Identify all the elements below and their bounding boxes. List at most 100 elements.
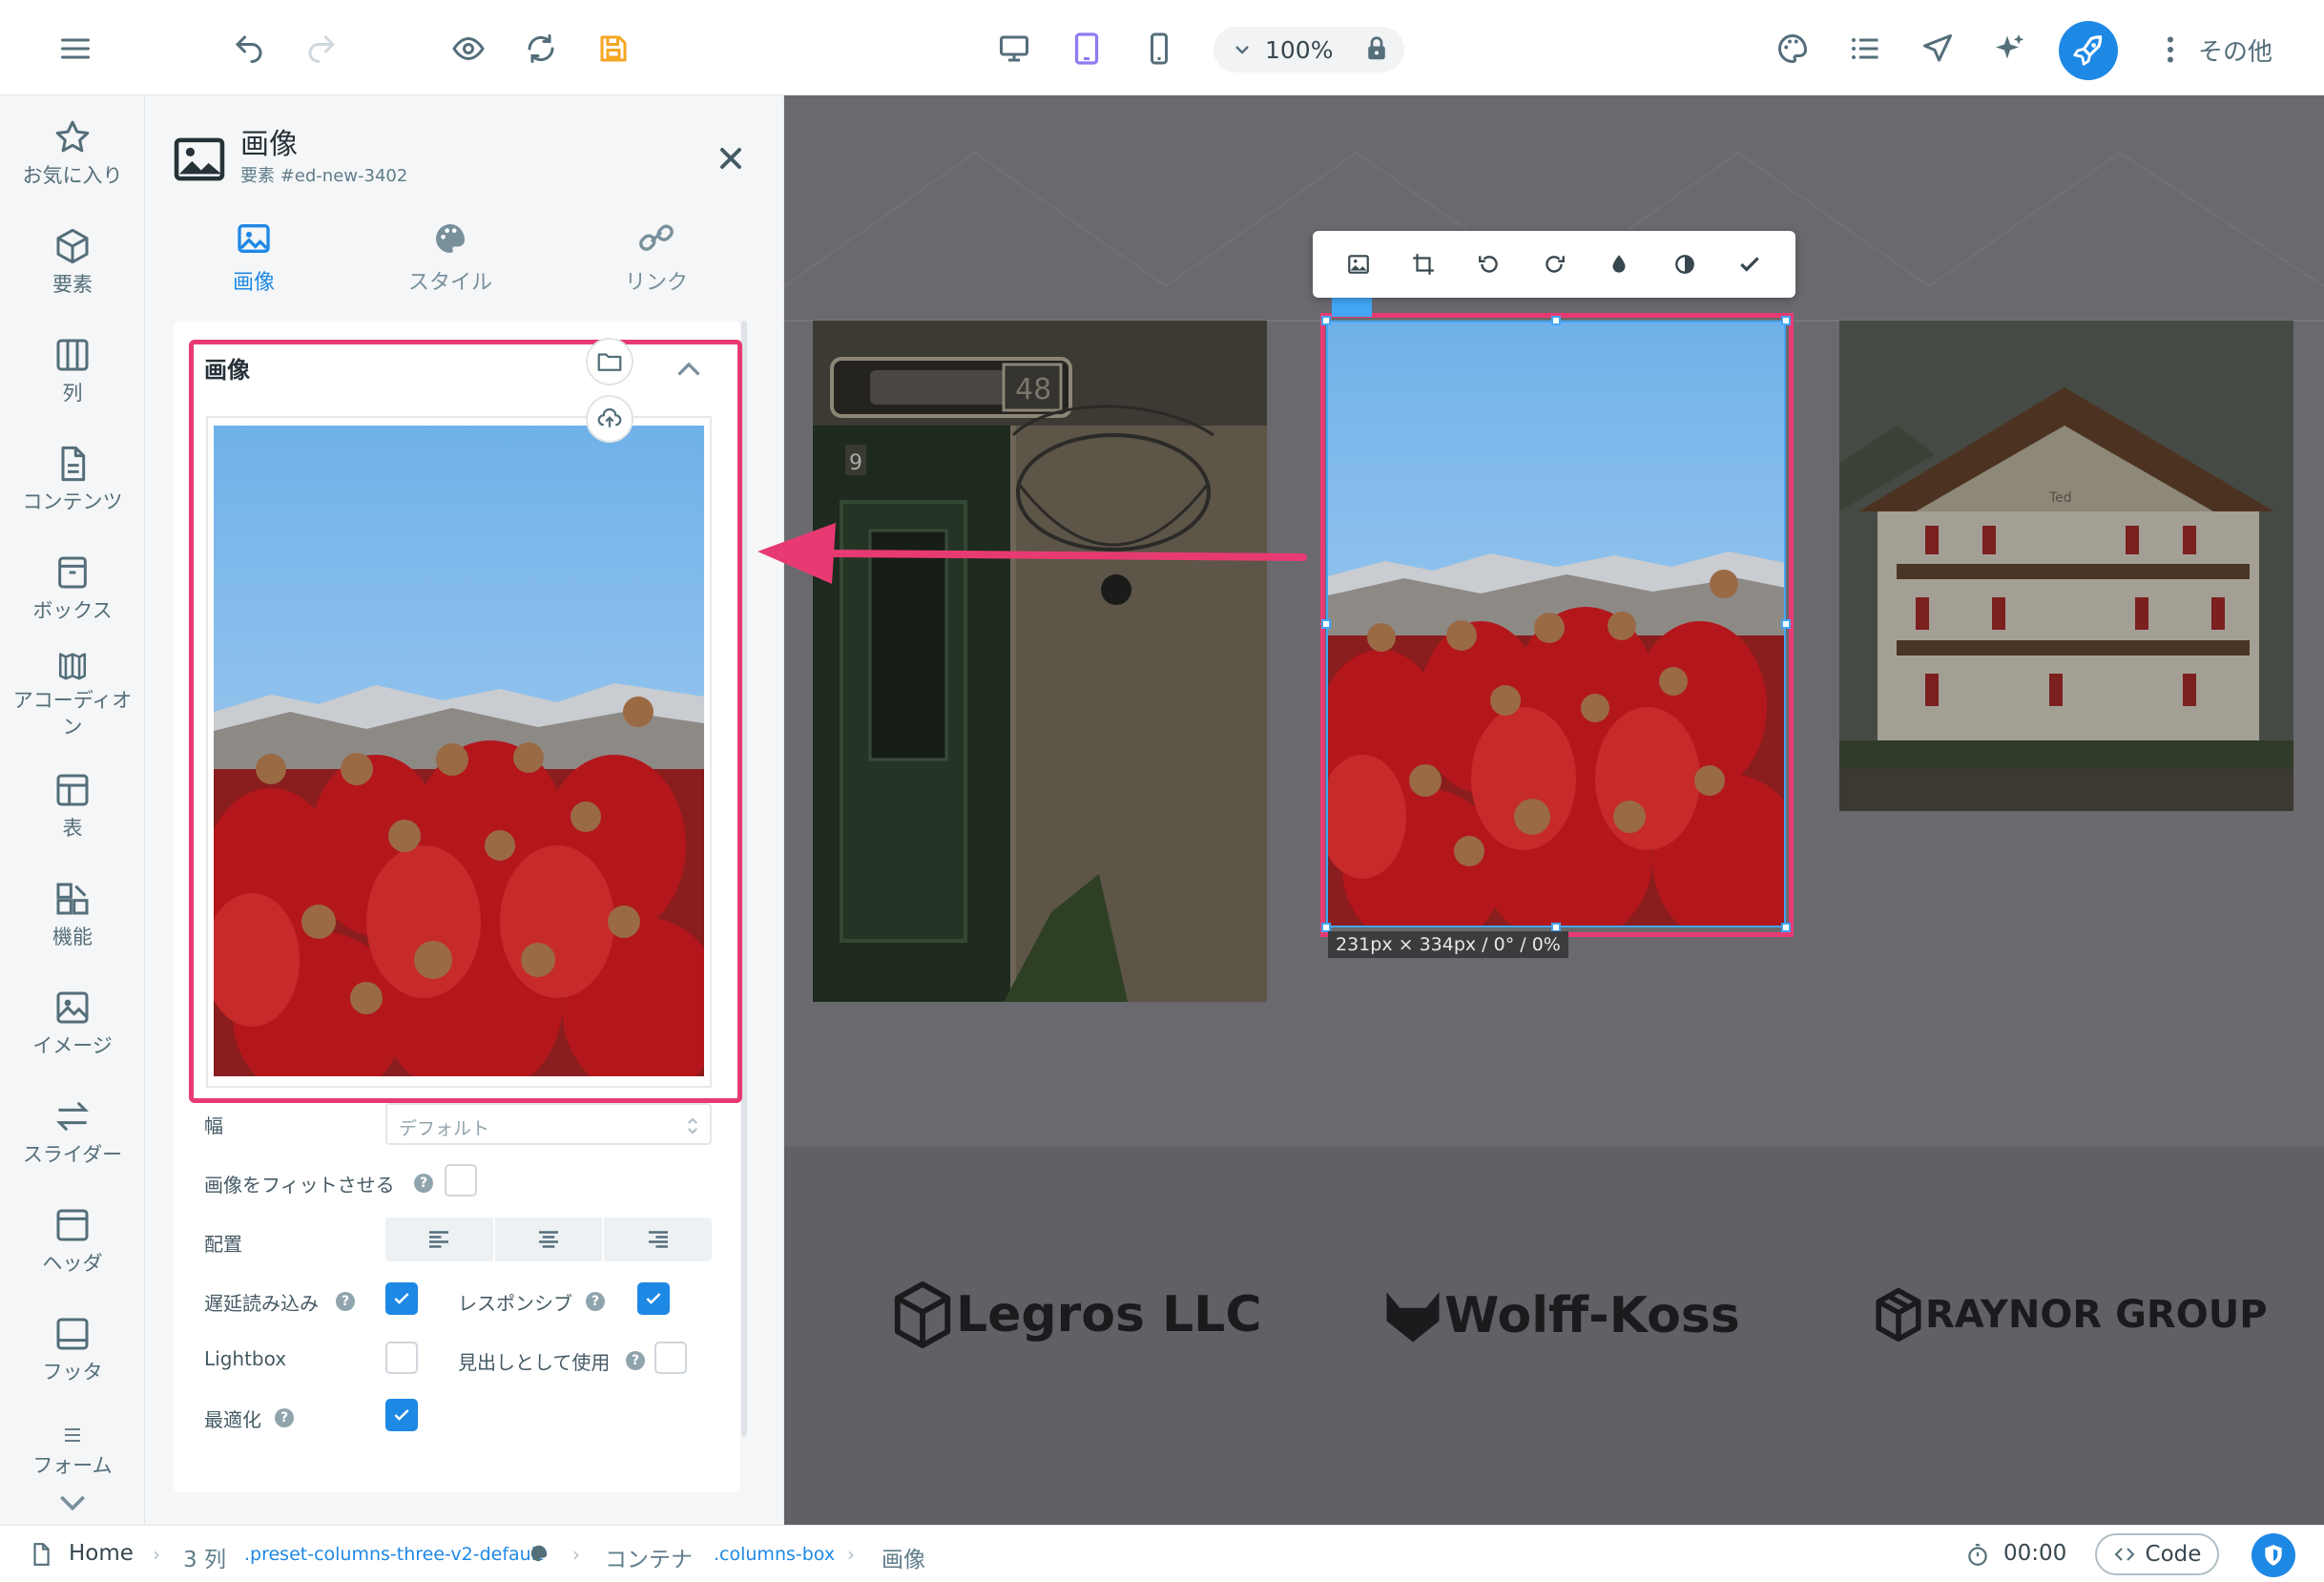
sidebar-item-elements[interactable]: 要素 — [0, 214, 144, 319]
resize-handle-right[interactable] — [1781, 619, 1791, 629]
sidebar-item-header[interactable]: ヘッダ — [0, 1193, 144, 1298]
resize-handle-top-right[interactable] — [1781, 316, 1791, 325]
responsive-checkbox[interactable] — [637, 1282, 670, 1315]
publish-rocket-button[interactable] — [2059, 21, 2118, 80]
palette-icon[interactable] — [529, 1543, 550, 1564]
sidebar-item-box[interactable]: ボックス — [0, 540, 144, 645]
cube-logo-icon — [894, 1280, 951, 1348]
contrast-icon — [1674, 255, 1694, 274]
tab-image[interactable]: 画像 — [168, 219, 340, 296]
sidebar-item-table[interactable]: 表 — [0, 758, 144, 863]
header-icon — [56, 1209, 89, 1241]
zoom-control[interactable]: 100% — [1214, 27, 1404, 73]
rotate-left-button[interactable] — [1468, 243, 1510, 285]
sidebar-item-columns[interactable]: 列 — [0, 323, 144, 427]
breadcrumb-home[interactable]: Home — [69, 1541, 134, 1566]
lock-icon[interactable] — [1362, 34, 1391, 63]
more-menu-button[interactable]: その他 — [2164, 27, 2272, 73]
resize-handle-top-left[interactable] — [1321, 316, 1331, 325]
alignment-label: 配置 — [204, 1233, 242, 1256]
sidebar-item-image[interactable]: イメージ — [0, 975, 144, 1080]
save-icon[interactable] — [590, 25, 637, 73]
help-icon[interactable]: ? — [586, 1292, 605, 1311]
upload-button[interactable] — [586, 395, 633, 443]
refresh-icon[interactable] — [517, 25, 565, 73]
breadcrumb-image[interactable]: 画像 — [882, 1541, 925, 1573]
crop-button[interactable] — [1402, 243, 1444, 285]
scroll-down-chevron-icon[interactable] — [53, 1483, 92, 1521]
chevron-down-icon[interactable] — [1231, 38, 1254, 61]
browse-folder-button[interactable] — [586, 338, 633, 385]
sidebar-item-content[interactable]: コンテンツ — [0, 431, 144, 536]
use-as-heading-checkbox[interactable] — [654, 1342, 687, 1374]
chevron-up-icon[interactable] — [672, 353, 706, 387]
redo-icon[interactable] — [298, 25, 345, 73]
help-icon[interactable]: ? — [626, 1351, 645, 1370]
rotate-right-button[interactable] — [1533, 243, 1575, 285]
breadcrumb-container-class[interactable]: .columns-box — [714, 1544, 835, 1565]
help-icon[interactable]: ? — [414, 1174, 433, 1193]
breadcrumb-columns[interactable]: 3 列 — [183, 1541, 226, 1573]
navigate-icon[interactable] — [1914, 25, 1961, 73]
tab-label: リンク — [624, 271, 688, 295]
apply-button[interactable] — [1729, 243, 1771, 285]
resize-handle-bottom-right[interactable] — [1781, 923, 1791, 932]
check-icon — [394, 1293, 409, 1304]
code-button[interactable]: Code — [2095, 1533, 2219, 1575]
ai-sparkle-icon[interactable] — [1986, 25, 2034, 73]
menu-icon[interactable] — [52, 25, 99, 73]
tab-style[interactable]: スタイル — [364, 219, 536, 296]
align-center-button[interactable] — [495, 1218, 605, 1261]
undo-icon[interactable] — [225, 25, 273, 73]
palette-icon[interactable] — [1769, 25, 1816, 73]
editor-canvas[interactable]: 48 9 Ted 231px × 334px / 0° / 0% Legros … — [784, 95, 2324, 1525]
align-right-icon — [648, 1231, 668, 1248]
align-right-button[interactable] — [604, 1218, 712, 1261]
sidebar-item-slider[interactable]: スライダー — [0, 1084, 144, 1189]
lazy-load-checkbox[interactable] — [385, 1282, 418, 1315]
select-arrows-icon — [688, 1117, 697, 1134]
lightbox-label: Lightbox — [204, 1347, 287, 1370]
sidebar-item-form[interactable]: フォーム — [0, 1410, 144, 1479]
tablet-view-icon[interactable] — [1063, 25, 1110, 73]
sidebar-item-accordion[interactable]: アコーディオン — [0, 635, 144, 740]
fit-image-checkbox[interactable] — [445, 1164, 477, 1197]
breadcrumb-container[interactable]: コンテナ — [605, 1541, 693, 1573]
help-icon[interactable]: ? — [275, 1408, 294, 1427]
lightbox-checkbox[interactable] — [385, 1342, 418, 1374]
security-shield-button[interactable] — [2251, 1533, 2295, 1577]
preview-eye-icon[interactable] — [445, 25, 492, 73]
sidebar-item-favorites[interactable]: お気に入り — [0, 105, 144, 210]
sidebar-item-footer[interactable]: フッタ — [0, 1301, 144, 1406]
resize-handle-top[interactable] — [1551, 316, 1561, 325]
resize-handle-left[interactable] — [1321, 619, 1331, 629]
tab-link[interactable]: リンク — [571, 219, 742, 296]
desktop-view-icon[interactable] — [990, 25, 1038, 73]
breadcrumb-columns-class[interactable]: .preset-columns-three-v2-default — [244, 1544, 543, 1565]
house-photo[interactable]: Ted — [1839, 321, 2293, 811]
color-drop-button[interactable] — [1598, 243, 1640, 285]
image-icon — [1348, 255, 1369, 274]
list-icon[interactable] — [1841, 25, 1889, 73]
sidebar-item-features[interactable]: 機能 — [0, 866, 144, 971]
table-icon — [56, 774, 89, 806]
image-preview[interactable] — [214, 426, 704, 1076]
timer-value: 00:00 — [2003, 1541, 2067, 1566]
help-icon[interactable]: ? — [336, 1292, 355, 1311]
width-select[interactable]: デフォルト — [385, 1103, 712, 1145]
sidebar-item-label: 要素 — [52, 273, 93, 296]
panel-title: 画像 — [240, 128, 298, 161]
sidebar-item-label: フォーム — [32, 1454, 113, 1477]
contrast-button[interactable] — [1664, 243, 1706, 285]
house-sign: Ted — [2048, 490, 2072, 506]
close-icon[interactable] — [714, 141, 748, 176]
align-left-button[interactable] — [385, 1218, 495, 1261]
replace-image-button[interactable] — [1338, 243, 1380, 285]
mobile-view-icon[interactable] — [1135, 25, 1183, 73]
element-type-tag[interactable] — [1332, 298, 1372, 317]
optimize-label: 最適化 — [204, 1408, 261, 1431]
logo-text: Legros LLC — [956, 1286, 1262, 1343]
optimize-checkbox[interactable] — [385, 1399, 418, 1431]
door-photo[interactable]: 48 9 — [813, 321, 1267, 1002]
columns-icon — [56, 339, 89, 371]
